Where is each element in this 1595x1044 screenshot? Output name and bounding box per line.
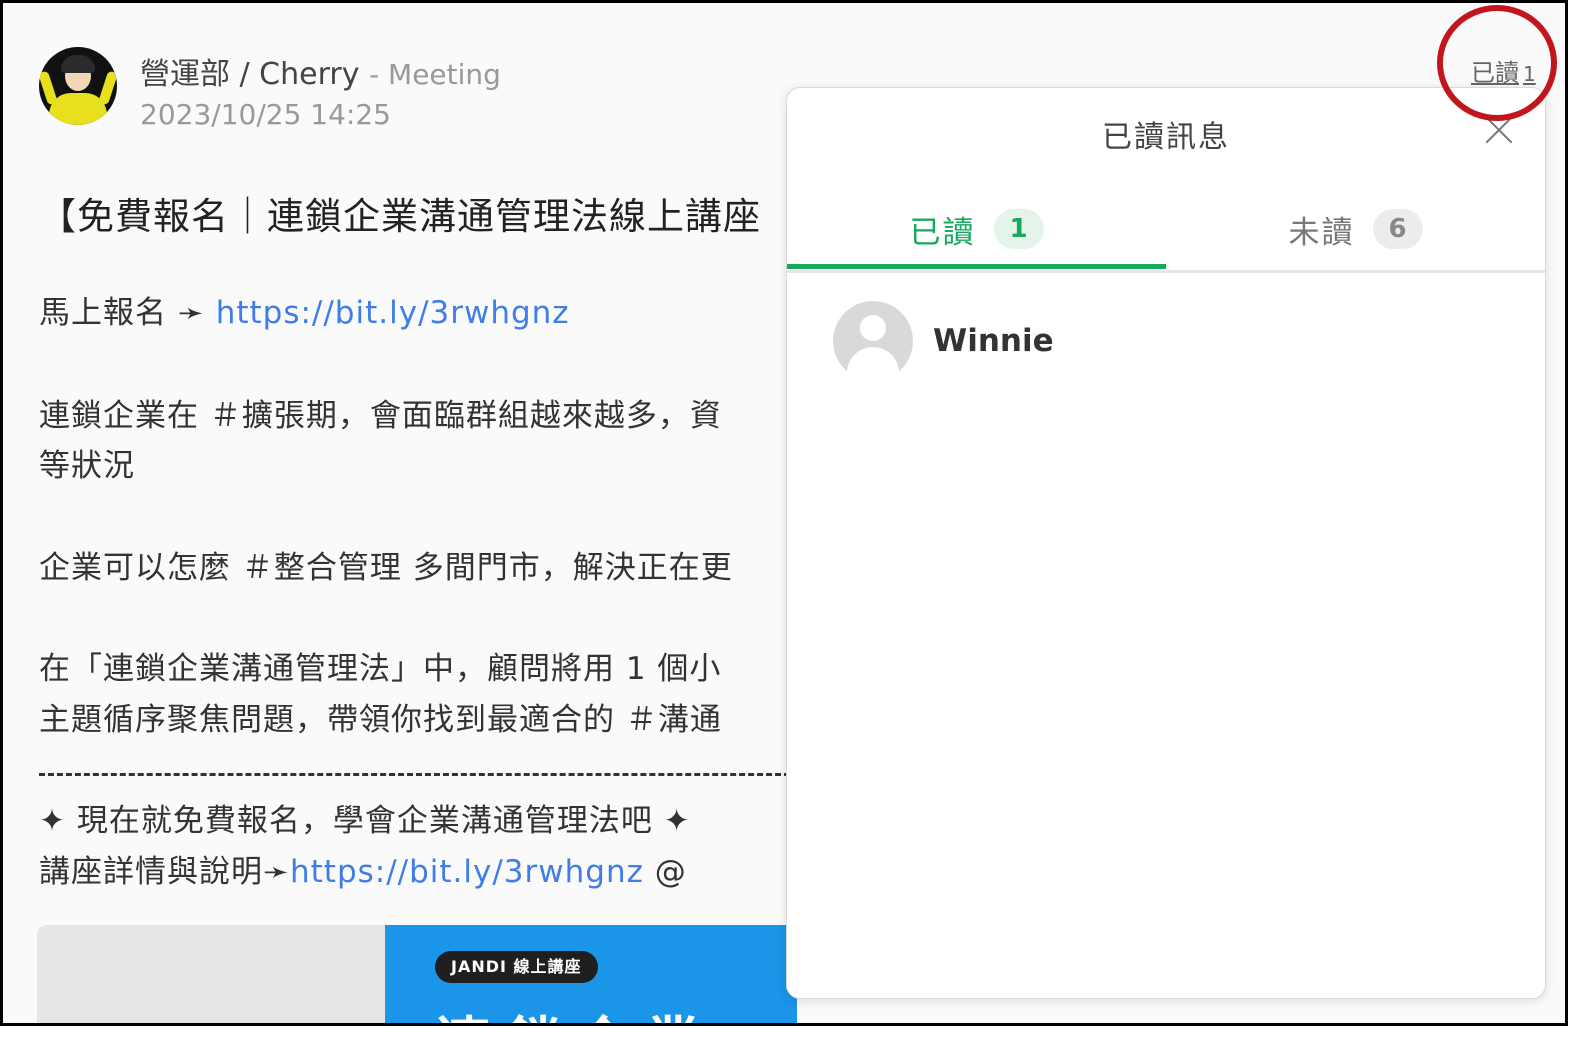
tab-unread-label: 未讀 (1288, 214, 1355, 251)
sender-line: 營運部 / Cherry - Meeting (140, 49, 501, 93)
paragraph-1-line-2: 等狀況 (39, 448, 135, 484)
details-line: 講座詳情與說明➛https://bit.ly/3rwhgnz @ (39, 846, 687, 891)
signup-line: 馬上報名 ➛ https://bit.ly/3rwhgnz (39, 287, 570, 332)
tab-read-label: 已讀 (909, 214, 976, 251)
message-timestamp: 2023/10/25 14:25 (140, 98, 391, 131)
image-headline: 連鎖企業 (435, 999, 715, 1023)
tab-read-count: 1 (993, 209, 1044, 249)
paragraph-3-line-1: 在「連鎖企業溝通管理法」中，顧問將用 1 個小 (39, 651, 722, 687)
image-badge: JANDI 線上講座 (435, 951, 598, 983)
topic-name: - Meeting (369, 58, 501, 91)
active-tab-indicator (787, 264, 1166, 269)
details-link[interactable]: https://bit.ly/3rwhgnz (290, 854, 644, 890)
sender-name[interactable]: 營運部 / Cherry (140, 57, 360, 92)
sender-avatar[interactable] (39, 47, 117, 125)
dashed-divider (39, 773, 799, 776)
paragraph-2-line-1: 企業可以怎麼 ＃整合管理 多間門市，解決正在更 (39, 550, 733, 586)
read-tabs: 已讀 1 未讀 6 (787, 188, 1545, 273)
read-count-label: 已讀 (1471, 59, 1519, 87)
tab-unread[interactable]: 未讀 6 (1166, 188, 1545, 270)
message-title: 【免費報名｜連鎖企業溝通管理法線上講座 (39, 195, 761, 238)
read-receipts-popup: 已讀訊息 已讀 1 未讀 6 Winnie (786, 87, 1546, 999)
app-frame: 營運部 / Cherry - Meeting 2023/10/25 14:25 … (0, 0, 1568, 1026)
signup-link[interactable]: https://bit.ly/3rwhgnz (216, 295, 570, 331)
close-icon[interactable] (1479, 110, 1519, 150)
read-count-link[interactable]: 已讀 1 (1471, 53, 1536, 88)
attached-image-preview[interactable]: JANDI 線上講座 連鎖企業 (37, 925, 797, 1023)
tab-read[interactable]: 已讀 1 (787, 188, 1166, 270)
popup-title: 已讀訊息 (1102, 120, 1230, 155)
details-prefix: 講座詳情與說明➛ (39, 854, 290, 890)
user-name: Winnie (933, 323, 1054, 359)
paragraph-3-line-2: 主題循序聚焦問題，帶領你找到最適合的 ＃溝通 (39, 702, 722, 738)
signup-prefix: 馬上報名 ➛ (39, 295, 216, 331)
list-item[interactable]: Winnie (833, 300, 1054, 382)
read-count-number: 1 (1523, 62, 1536, 86)
paragraph-1-line-1: 連鎖企業在 ＃擴張期，會面臨群組越來越多，資 (39, 398, 722, 434)
user-placeholder-icon (833, 301, 913, 381)
tab-unread-count: 6 (1372, 209, 1423, 249)
details-suffix: @ (643, 854, 687, 890)
cta-line: ✦ 現在就免費報名，學會企業溝通管理法吧 ✦ (39, 803, 691, 839)
